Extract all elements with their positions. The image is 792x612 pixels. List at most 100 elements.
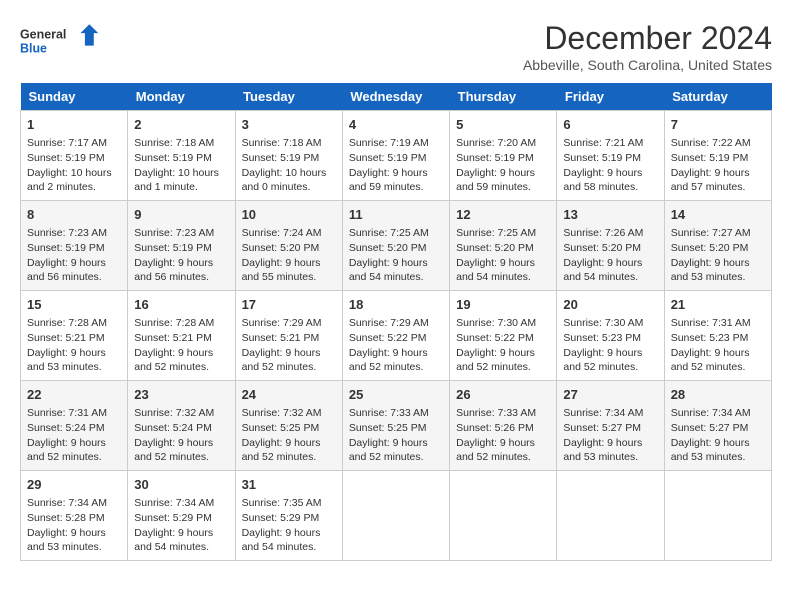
calendar-day-cell: 18Sunrise: 7:29 AMSunset: 5:22 PMDayligh… [342,291,449,381]
day-info-line: Sunset: 5:19 PM [134,151,228,166]
day-info-line: Daylight: 9 hours [27,256,121,271]
calendar-day-cell: 15Sunrise: 7:28 AMSunset: 5:21 PMDayligh… [21,291,128,381]
day-number: 19 [456,296,550,314]
calendar-day-cell: 1Sunrise: 7:17 AMSunset: 5:19 PMDaylight… [21,111,128,201]
weekday-header-wednesday: Wednesday [342,83,449,111]
day-info-line: and 56 minutes. [134,270,228,285]
day-info-line: Sunrise: 7:34 AM [671,406,765,421]
calendar-day-cell: 11Sunrise: 7:25 AMSunset: 5:20 PMDayligh… [342,201,449,291]
day-info-line: Sunset: 5:29 PM [134,511,228,526]
day-info-line: Daylight: 10 hours [134,166,228,181]
svg-text:General: General [20,28,66,42]
day-info-line: and 2 minutes. [27,180,121,195]
day-number: 21 [671,296,765,314]
calendar-day-cell: 13Sunrise: 7:26 AMSunset: 5:20 PMDayligh… [557,201,664,291]
day-number: 31 [242,476,336,494]
day-info-line: Sunset: 5:20 PM [349,241,443,256]
calendar-day-cell: 23Sunrise: 7:32 AMSunset: 5:24 PMDayligh… [128,381,235,471]
day-number: 28 [671,386,765,404]
day-info-line: Daylight: 9 hours [242,526,336,541]
calendar-day-cell: 12Sunrise: 7:25 AMSunset: 5:20 PMDayligh… [450,201,557,291]
calendar-day-cell: 28 Sunrise: 7:34 AMSunset: 5:27 PMDayligh… [664,381,771,471]
day-info-line: Sunset: 5:24 PM [27,421,121,436]
day-number: 9 [134,206,228,224]
day-info-line: Daylight: 9 hours [671,436,765,451]
logo: General Blue [20,20,100,65]
day-info-line: and 52 minutes. [456,360,550,375]
day-info-line: Sunset: 5:28 PM [27,511,121,526]
day-info-line: Daylight: 9 hours [242,346,336,361]
day-info-line: Sunset: 5:20 PM [456,241,550,256]
day-info-line: Sunrise: 7:22 AM [671,136,765,151]
weekday-header-monday: Monday [128,83,235,111]
day-info-line: and 53 minutes. [563,450,657,465]
calendar-day-cell: 17Sunrise: 7:29 AMSunset: 5:21 PMDayligh… [235,291,342,381]
calendar-day-cell: 25Sunrise: 7:33 AMSunset: 5:25 PMDayligh… [342,381,449,471]
calendar-week-row: 1Sunrise: 7:17 AMSunset: 5:19 PMDaylight… [21,111,772,201]
day-number: 12 [456,206,550,224]
day-info-line: and 57 minutes. [671,180,765,195]
day-info-line: Daylight: 9 hours [242,436,336,451]
empty-cell [664,471,771,561]
day-info-line: Sunset: 5:23 PM [671,331,765,346]
day-info-line: Daylight: 9 hours [456,346,550,361]
day-info-line: Sunrise: 7:18 AM [242,136,336,151]
day-number: 18 [349,296,443,314]
empty-cell [557,471,664,561]
day-number: 15 [27,296,121,314]
day-number: 13 [563,206,657,224]
day-info-line: Sunrise: 7:28 AM [27,316,121,331]
weekday-header-friday: Friday [557,83,664,111]
day-number: 22 [27,386,121,404]
day-info-line: Sunset: 5:25 PM [242,421,336,436]
weekday-header-thursday: Thursday [450,83,557,111]
day-info-line: and 54 minutes. [456,270,550,285]
day-info-line: and 52 minutes. [349,360,443,375]
day-info-line: Sunrise: 7:21 AM [563,136,657,151]
calendar-day-cell: 8Sunrise: 7:23 AMSunset: 5:19 PMDaylight… [21,201,128,291]
calendar-week-row: 15Sunrise: 7:28 AMSunset: 5:21 PMDayligh… [21,291,772,381]
day-info-line: Daylight: 9 hours [134,436,228,451]
day-number: 2 [134,116,228,134]
calendar-day-cell: 6Sunrise: 7:21 AMSunset: 5:19 PMDaylight… [557,111,664,201]
day-info-line: Sunset: 5:19 PM [456,151,550,166]
day-info-line: Daylight: 9 hours [134,346,228,361]
day-info-line: Sunset: 5:21 PM [242,331,336,346]
day-info-line: Sunset: 5:19 PM [134,241,228,256]
day-info-line: Daylight: 9 hours [456,256,550,271]
day-number: 20 [563,296,657,314]
day-number: 26 [456,386,550,404]
day-info-line: Sunset: 5:21 PM [134,331,228,346]
day-info-line: and 53 minutes. [671,270,765,285]
day-info-line: Sunset: 5:29 PM [242,511,336,526]
calendar-week-row: 22Sunrise: 7:31 AMSunset: 5:24 PMDayligh… [21,381,772,471]
day-info-line: Daylight: 9 hours [349,256,443,271]
day-number: 8 [27,206,121,224]
day-info-line: and 54 minutes. [349,270,443,285]
day-info-line: Sunrise: 7:27 AM [671,226,765,241]
calendar-day-cell: 5Sunrise: 7:20 AMSunset: 5:19 PMDaylight… [450,111,557,201]
day-number: 25 [349,386,443,404]
day-info-line: Sunrise: 7:24 AM [242,226,336,241]
calendar-day-cell: 31Sunrise: 7:35 AMSunset: 5:29 PMDayligh… [235,471,342,561]
day-number: 5 [456,116,550,134]
day-info-line: Sunset: 5:20 PM [242,241,336,256]
day-info-line: Daylight: 9 hours [349,166,443,181]
day-number: 14 [671,206,765,224]
day-info-line: Sunset: 5:24 PM [134,421,228,436]
calendar-day-cell: 27Sunrise: 7:34 AMSunset: 5:27 PMDayligh… [557,381,664,471]
day-info-line: Sunset: 5:27 PM [671,421,765,436]
month-title: December 2024 [523,20,772,57]
day-info-line: and 52 minutes. [134,360,228,375]
day-info-line: Sunrise: 7:28 AM [134,316,228,331]
day-number: 7 [671,116,765,134]
weekday-header-row: SundayMondayTuesdayWednesdayThursdayFrid… [21,83,772,111]
day-number: 10 [242,206,336,224]
day-info-line: Sunrise: 7:30 AM [563,316,657,331]
day-info-line: Sunrise: 7:32 AM [242,406,336,421]
day-info-line: Daylight: 9 hours [563,436,657,451]
day-info-line: Daylight: 9 hours [671,256,765,271]
day-info-line: and 52 minutes. [27,450,121,465]
day-info-line: Sunrise: 7:34 AM [563,406,657,421]
day-info-line: Sunrise: 7:20 AM [456,136,550,151]
